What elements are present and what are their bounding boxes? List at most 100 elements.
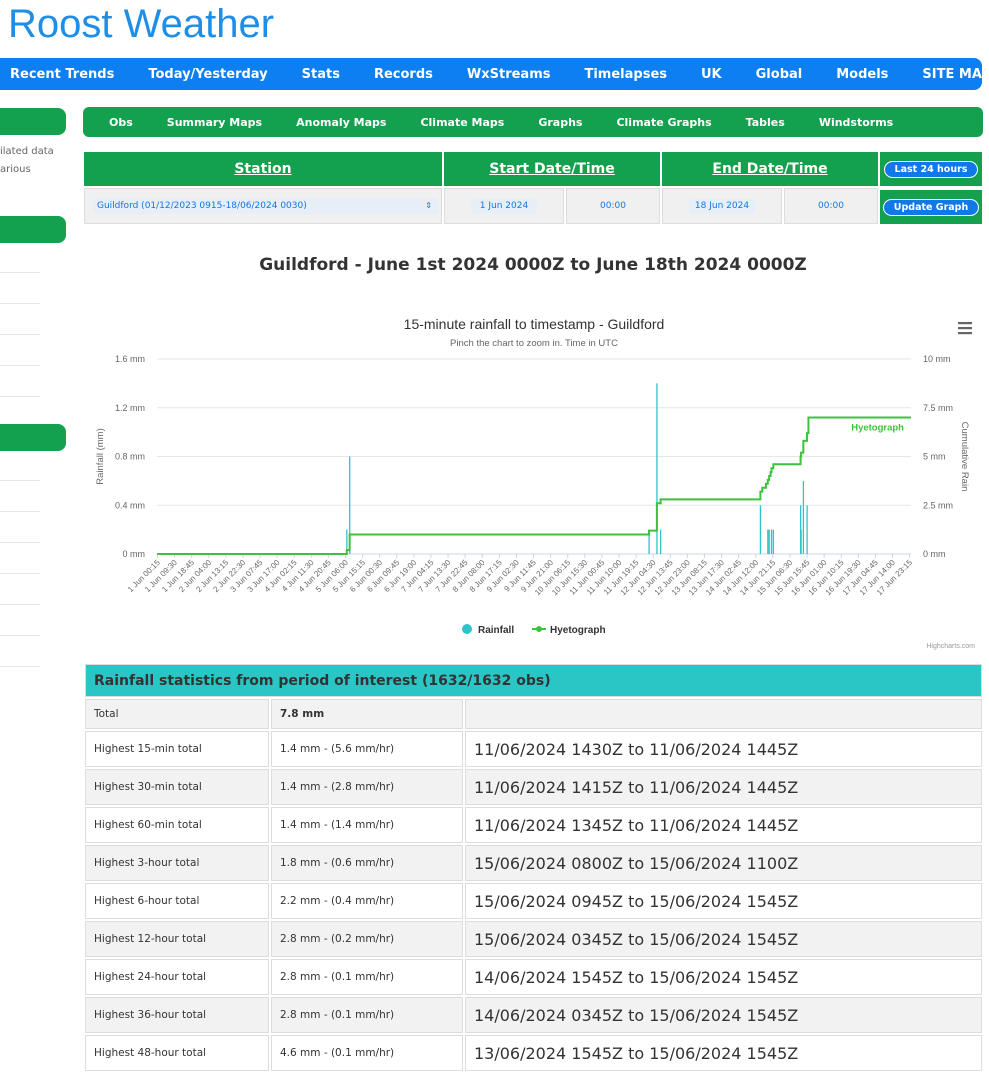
sidebar-divider: [0, 511, 40, 512]
stat-period: 15/06/2024 0945Z to 15/06/2024 1545Z: [465, 883, 982, 919]
start-date-input[interactable]: 1 Jun 2024: [471, 199, 537, 214]
nav-models[interactable]: Models: [836, 67, 888, 82]
stat-period: 11/06/2024 1345Z to 11/06/2024 1445Z: [465, 807, 982, 843]
station-header: Station: [84, 152, 442, 186]
legend-hyetograph-label[interactable]: Hyetograph: [550, 625, 606, 636]
subnav-climate-maps[interactable]: Climate Maps: [420, 116, 504, 129]
rainfall-bar: [767, 529, 769, 554]
rainfall-bar: [759, 505, 762, 554]
table-row: Highest 12-hour total 2.8 mm - (0.2 mm/hr…: [85, 921, 982, 957]
nav-today-yesterday[interactable]: Today/Yesterday: [148, 67, 267, 82]
table-row: Total 7.8 mm: [85, 699, 982, 729]
nav-timelapses[interactable]: Timelapses: [584, 67, 667, 82]
total-value: 7.8 mm: [271, 699, 463, 729]
update-graph-cell: Update Graph: [880, 190, 982, 224]
stat-value: 1.4 mm - (5.6 mm/hr): [271, 731, 463, 767]
graph-controls: Station Start Date/Time End Date/Time La…: [84, 152, 982, 225]
nav-stats[interactable]: Stats: [302, 67, 340, 82]
nav-recent-trends[interactable]: Recent Trends: [10, 67, 114, 82]
last-24-hours-button[interactable]: Last 24 hours: [883, 160, 979, 178]
select-chevron-icon: ⇕: [425, 201, 432, 210]
total-label: Total: [85, 699, 269, 729]
y-right-axis-label: Cumulative Rain: [959, 422, 970, 492]
sidebar-divider: [0, 480, 40, 481]
sidebar-divider: [0, 542, 40, 543]
station-cell: Guildford (01/12/2023 0915-18/06/2024 00…: [84, 188, 442, 224]
stat-value: 4.6 mm - (0.1 mm/hr): [271, 1035, 463, 1071]
subnav-climate-graphs[interactable]: Climate Graphs: [616, 116, 711, 129]
end-date-input[interactable]: 18 Jun 2024: [689, 199, 755, 214]
subnav-obs[interactable]: Obs: [109, 116, 133, 129]
nav-uk[interactable]: UK: [701, 67, 722, 82]
table-row: Highest 36-hour total 2.8 mm - (0.1 mm/hr…: [85, 997, 982, 1033]
subnav-graphs[interactable]: Graphs: [538, 116, 582, 129]
nav-records[interactable]: Records: [374, 67, 433, 82]
stat-period: 13/06/2024 1545Z to 15/06/2024 1545Z: [465, 1035, 982, 1071]
y-right-tick-label: 0 mm: [923, 549, 946, 559]
total-period: [465, 699, 982, 729]
legend-rainfall-marker: [462, 624, 472, 634]
stat-label: Highest 12-hour total: [85, 921, 269, 957]
stat-period: 15/06/2024 0800Z to 15/06/2024 1100Z: [465, 845, 982, 881]
rainfall-bar: [806, 505, 808, 554]
sidebar-text-1: ilated data: [0, 146, 54, 157]
sidebar-divider: [0, 604, 40, 605]
table-row: Highest 3-hour total 1.8 mm - (0.6 mm/hr)…: [85, 845, 982, 881]
stat-period: 11/06/2024 1430Z to 11/06/2024 1445Z: [465, 731, 982, 767]
end-time-input[interactable]: 00:00: [801, 199, 861, 214]
start-time-cell: 00:00: [566, 188, 660, 224]
rainfall-stats-table: Rainfall statistics from period of inter…: [85, 664, 982, 1071]
stats-header: Rainfall statistics from period of inter…: [85, 664, 982, 697]
start-time-input[interactable]: 00:00: [583, 199, 643, 214]
stat-label: Highest 15-min total: [85, 731, 269, 767]
sub-nav: Obs Summary Maps Anomaly Maps Climate Ma…: [83, 107, 983, 137]
subnav-windstorms[interactable]: Windstorms: [819, 116, 893, 129]
subnav-anomaly-maps[interactable]: Anomaly Maps: [296, 116, 386, 129]
station-select[interactable]: Guildford (01/12/2023 0915-18/06/2024 00…: [93, 198, 438, 214]
stat-value: 1.4 mm - (1.4 mm/hr): [271, 807, 463, 843]
nav-global[interactable]: Global: [756, 67, 803, 82]
table-row: Highest 6-hour total 2.2 mm - (0.4 mm/hr)…: [85, 883, 982, 919]
y-right-tick-label: 10 mm: [923, 354, 951, 364]
subnav-tables[interactable]: Tables: [746, 116, 785, 129]
rainfall-chart[interactable]: 15-minute rainfall to timestamp - Guildf…: [84, 305, 982, 653]
chart-menu-icon[interactable]: [958, 322, 972, 335]
stat-value: 2.8 mm - (0.1 mm/hr): [271, 959, 463, 995]
y-right-tick-label: 5 mm: [923, 452, 946, 462]
stat-label: Highest 36-hour total: [85, 997, 269, 1033]
stat-period: 15/06/2024 0345Z to 15/06/2024 1545Z: [465, 921, 982, 957]
sidebar-divider: [0, 303, 40, 304]
nav-wxstreams[interactable]: WxStreams: [467, 67, 551, 82]
subnav-summary-maps[interactable]: Summary Maps: [167, 116, 262, 129]
start-date-cell: 1 Jun 2024: [444, 188, 564, 224]
y-left-tick-label: 1.6 mm: [115, 354, 145, 364]
rainfall-bar: [772, 529, 775, 554]
sidebar-header-1[interactable]: [0, 108, 66, 135]
stat-period: 14/06/2024 1545Z to 15/06/2024 1545Z: [465, 959, 982, 995]
hyetograph-line: [157, 416, 911, 555]
nav-site-map[interactable]: SITE MAP: [922, 67, 989, 82]
y-right-tick-label: 2.5 mm: [923, 500, 953, 510]
y-left-axis-label: Rainfall (mm): [95, 428, 106, 484]
chart-credit[interactable]: Highcharts.com: [926, 643, 975, 650]
start-datetime-header: Start Date/Time: [444, 152, 660, 186]
sidebar-header-3[interactable]: [0, 424, 66, 451]
page-heading: Guildford - June 1st 2024 0000Z to June …: [259, 255, 807, 275]
rainfall-bar: [800, 529, 802, 554]
legend-hyetograph-marker: [536, 626, 542, 632]
update-graph-button[interactable]: Update Graph: [882, 198, 980, 216]
sidebar-divider: [0, 666, 40, 667]
last-24-cell: Last 24 hours: [880, 152, 982, 186]
stat-value: 1.4 mm - (2.8 mm/hr): [271, 769, 463, 805]
table-row: Highest 30-min total 1.4 mm - (2.8 mm/hr)…: [85, 769, 982, 805]
legend-rainfall-label[interactable]: Rainfall: [478, 625, 514, 636]
sidebar-divider: [0, 365, 40, 366]
rainfall-bar: [768, 529, 770, 554]
y-left-tick-label: 0.8 mm: [115, 452, 145, 462]
table-row: Highest 24-hour total 2.8 mm - (0.1 mm/hr…: [85, 959, 982, 995]
sidebar-divider: [0, 635, 40, 636]
site-title[interactable]: Roost Weather: [8, 2, 274, 47]
station-select-value: Guildford (01/12/2023 0915-18/06/2024 00…: [97, 201, 307, 211]
sidebar-header-2[interactable]: [0, 216, 66, 243]
table-row: Highest 60-min total 1.4 mm - (1.4 mm/hr)…: [85, 807, 982, 843]
